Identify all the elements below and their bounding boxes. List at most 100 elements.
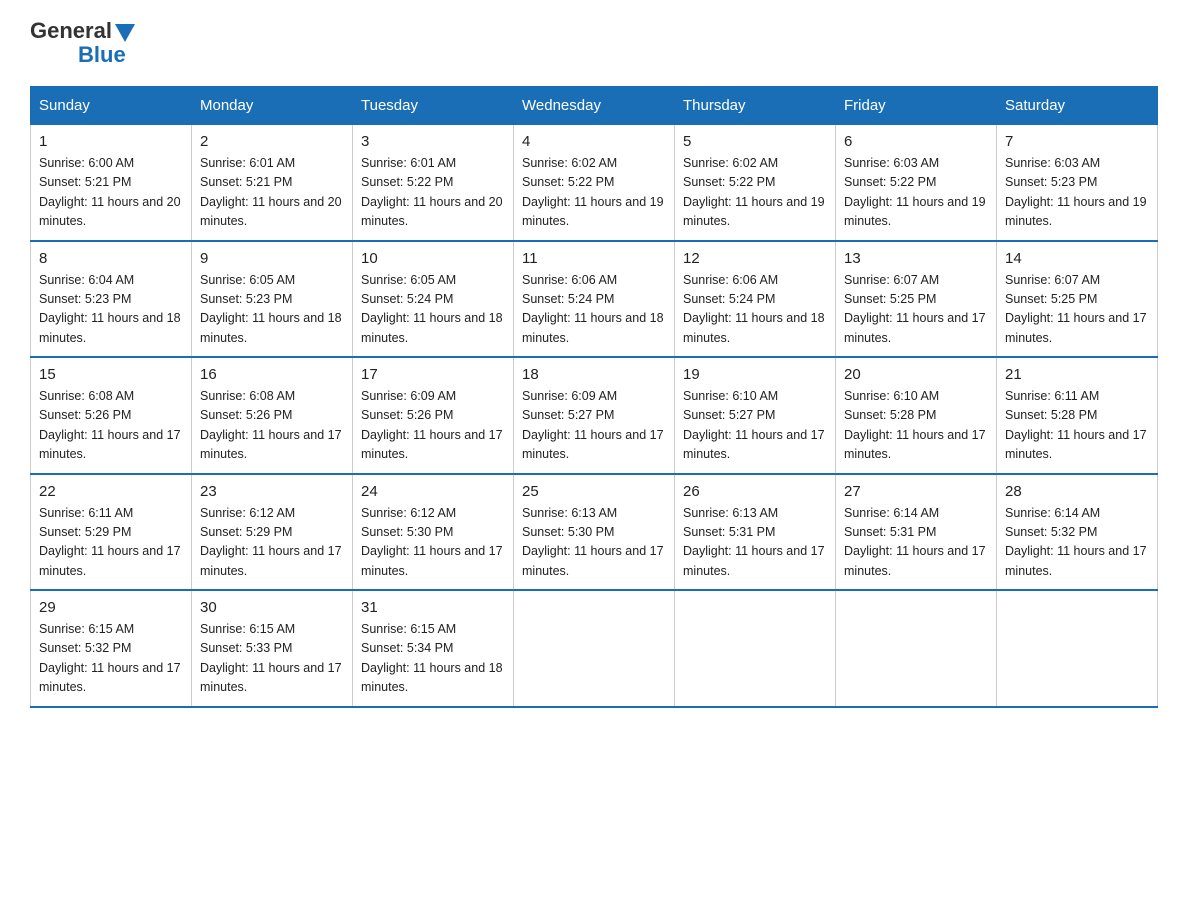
day-cell: 31Sunrise: 6:15 AMSunset: 5:34 PMDayligh… [353, 590, 514, 707]
page-header: General Blue [30, 20, 1158, 68]
calendar-header: SundayMondayTuesdayWednesdayThursdayFrid… [31, 87, 1158, 125]
day-info: Sunrise: 6:07 AMSunset: 5:25 PMDaylight:… [1005, 271, 1149, 349]
day-cell: 25Sunrise: 6:13 AMSunset: 5:30 PMDayligh… [514, 474, 675, 591]
day-number: 9 [200, 250, 344, 267]
day-cell: 7 Sunrise: 6:03 AMSunset: 5:23 PMDaylight… [997, 125, 1158, 241]
header-friday: Friday [836, 87, 997, 125]
day-info: Sunrise: 6:09 AMSunset: 5:26 PMDaylight:… [361, 387, 505, 465]
day-cell: 12 Sunrise: 6:06 AMSunset: 5:24 PMDayligh… [675, 241, 836, 358]
day-info: Sunrise: 6:11 AMSunset: 5:29 PMDaylight:… [39, 504, 183, 582]
day-info: Sunrise: 6:14 AMSunset: 5:31 PMDaylight:… [844, 504, 988, 582]
day-cell: 23Sunrise: 6:12 AMSunset: 5:29 PMDayligh… [192, 474, 353, 591]
day-number: 19 [683, 366, 827, 383]
day-info: Sunrise: 6:04 AMSunset: 5:23 PMDaylight:… [39, 271, 183, 349]
week-row-5: 29 Sunrise: 6:15 AMSunset: 5:32 PMDayligh… [31, 590, 1158, 707]
day-cell [675, 590, 836, 707]
day-cell: 20 Sunrise: 6:10 AMSunset: 5:28 PMDayligh… [836, 357, 997, 474]
day-info: Sunrise: 6:13 AMSunset: 5:31 PMDaylight:… [683, 504, 827, 582]
day-info: Sunrise: 6:13 AMSunset: 5:30 PMDaylight:… [522, 504, 666, 582]
week-row-1: 1 Sunrise: 6:00 AMSunset: 5:21 PMDaylight… [31, 125, 1158, 241]
day-cell: 27 Sunrise: 6:14 AMSunset: 5:31 PMDayligh… [836, 474, 997, 591]
day-number: 13 [844, 250, 988, 267]
day-number: 10 [361, 250, 505, 267]
day-cell: 10 Sunrise: 6:05 AMSunset: 5:24 PMDayligh… [353, 241, 514, 358]
day-info: Sunrise: 6:02 AMSunset: 5:22 PMDaylight:… [522, 154, 666, 232]
day-number: 5 [683, 133, 827, 150]
day-number: 18 [522, 366, 666, 383]
day-number: 3 [361, 133, 505, 150]
day-info: Sunrise: 6:10 AMSunset: 5:28 PMDaylight:… [844, 387, 988, 465]
day-number: 17 [361, 366, 505, 383]
day-number: 15 [39, 366, 183, 383]
day-cell: 6Sunrise: 6:03 AMSunset: 5:22 PMDaylight… [836, 125, 997, 241]
day-info: Sunrise: 6:06 AMSunset: 5:24 PMDaylight:… [522, 271, 666, 349]
day-info: Sunrise: 6:00 AMSunset: 5:21 PMDaylight:… [39, 154, 183, 232]
day-number: 22 [39, 483, 183, 500]
day-number: 1 [39, 133, 183, 150]
day-info: Sunrise: 6:10 AMSunset: 5:27 PMDaylight:… [683, 387, 827, 465]
header-tuesday: Tuesday [353, 87, 514, 125]
day-number: 23 [200, 483, 344, 500]
logo-triangle-icon [115, 24, 135, 42]
day-number: 2 [200, 133, 344, 150]
day-info: Sunrise: 6:01 AMSunset: 5:21 PMDaylight:… [200, 154, 344, 232]
day-cell: 2 Sunrise: 6:01 AMSunset: 5:21 PMDaylight… [192, 125, 353, 241]
week-row-3: 15 Sunrise: 6:08 AMSunset: 5:26 PMDayligh… [31, 357, 1158, 474]
day-info: Sunrise: 6:03 AMSunset: 5:23 PMDaylight:… [1005, 154, 1149, 232]
day-info: Sunrise: 6:08 AMSunset: 5:26 PMDaylight:… [200, 387, 344, 465]
day-cell: 17 Sunrise: 6:09 AMSunset: 5:26 PMDayligh… [353, 357, 514, 474]
calendar-body: 1 Sunrise: 6:00 AMSunset: 5:21 PMDaylight… [31, 125, 1158, 707]
calendar-table: SundayMondayTuesdayWednesdayThursdayFrid… [30, 86, 1158, 708]
day-info: Sunrise: 6:12 AMSunset: 5:30 PMDaylight:… [361, 504, 505, 582]
day-info: Sunrise: 6:15 AMSunset: 5:33 PMDaylight:… [200, 620, 344, 698]
week-row-4: 22 Sunrise: 6:11 AMSunset: 5:29 PMDayligh… [31, 474, 1158, 591]
day-cell: 18Sunrise: 6:09 AMSunset: 5:27 PMDayligh… [514, 357, 675, 474]
day-cell: 19 Sunrise: 6:10 AMSunset: 5:27 PMDayligh… [675, 357, 836, 474]
day-info: Sunrise: 6:06 AMSunset: 5:24 PMDaylight:… [683, 271, 827, 349]
day-info: Sunrise: 6:03 AMSunset: 5:22 PMDaylight:… [844, 154, 988, 232]
day-cell: 9Sunrise: 6:05 AMSunset: 5:23 PMDaylight… [192, 241, 353, 358]
day-info: Sunrise: 6:15 AMSunset: 5:32 PMDaylight:… [39, 620, 183, 698]
header-wednesday: Wednesday [514, 87, 675, 125]
day-cell [514, 590, 675, 707]
day-number: 4 [522, 133, 666, 150]
day-cell: 14 Sunrise: 6:07 AMSunset: 5:25 PMDayligh… [997, 241, 1158, 358]
day-info: Sunrise: 6:07 AMSunset: 5:25 PMDaylight:… [844, 271, 988, 349]
day-info: Sunrise: 6:11 AMSunset: 5:28 PMDaylight:… [1005, 387, 1149, 465]
day-cell [997, 590, 1158, 707]
day-cell: 3Sunrise: 6:01 AMSunset: 5:22 PMDaylight… [353, 125, 514, 241]
day-cell: 13 Sunrise: 6:07 AMSunset: 5:25 PMDayligh… [836, 241, 997, 358]
week-row-2: 8 Sunrise: 6:04 AMSunset: 5:23 PMDaylight… [31, 241, 1158, 358]
day-cell: 29 Sunrise: 6:15 AMSunset: 5:32 PMDayligh… [31, 590, 192, 707]
day-number: 31 [361, 599, 505, 616]
day-info: Sunrise: 6:05 AMSunset: 5:24 PMDaylight:… [361, 271, 505, 349]
day-number: 20 [844, 366, 988, 383]
day-info: Sunrise: 6:02 AMSunset: 5:22 PMDaylight:… [683, 154, 827, 232]
header-sunday: Sunday [31, 87, 192, 125]
day-cell: 16 Sunrise: 6:08 AMSunset: 5:26 PMDayligh… [192, 357, 353, 474]
day-number: 14 [1005, 250, 1149, 267]
day-number: 16 [200, 366, 344, 383]
day-number: 21 [1005, 366, 1149, 383]
header-thursday: Thursday [675, 87, 836, 125]
day-number: 7 [1005, 133, 1149, 150]
logo-general-text: General [30, 20, 112, 42]
day-cell: 26 Sunrise: 6:13 AMSunset: 5:31 PMDayligh… [675, 474, 836, 591]
header-row: SundayMondayTuesdayWednesdayThursdayFrid… [31, 87, 1158, 125]
day-cell: 4 Sunrise: 6:02 AMSunset: 5:22 PMDaylight… [514, 125, 675, 241]
day-cell [836, 590, 997, 707]
day-number: 29 [39, 599, 183, 616]
header-saturday: Saturday [997, 87, 1158, 125]
day-number: 11 [522, 250, 666, 267]
day-number: 24 [361, 483, 505, 500]
day-cell: 15Sunrise: 6:08 AMSunset: 5:26 PMDayligh… [31, 357, 192, 474]
day-number: 30 [200, 599, 344, 616]
day-cell: 21 Sunrise: 6:11 AMSunset: 5:28 PMDayligh… [997, 357, 1158, 474]
day-cell: 22 Sunrise: 6:11 AMSunset: 5:29 PMDayligh… [31, 474, 192, 591]
day-number: 8 [39, 250, 183, 267]
day-number: 12 [683, 250, 827, 267]
day-number: 26 [683, 483, 827, 500]
day-number: 27 [844, 483, 988, 500]
day-info: Sunrise: 6:14 AMSunset: 5:32 PMDaylight:… [1005, 504, 1149, 582]
day-cell: 1 Sunrise: 6:00 AMSunset: 5:21 PMDaylight… [31, 125, 192, 241]
